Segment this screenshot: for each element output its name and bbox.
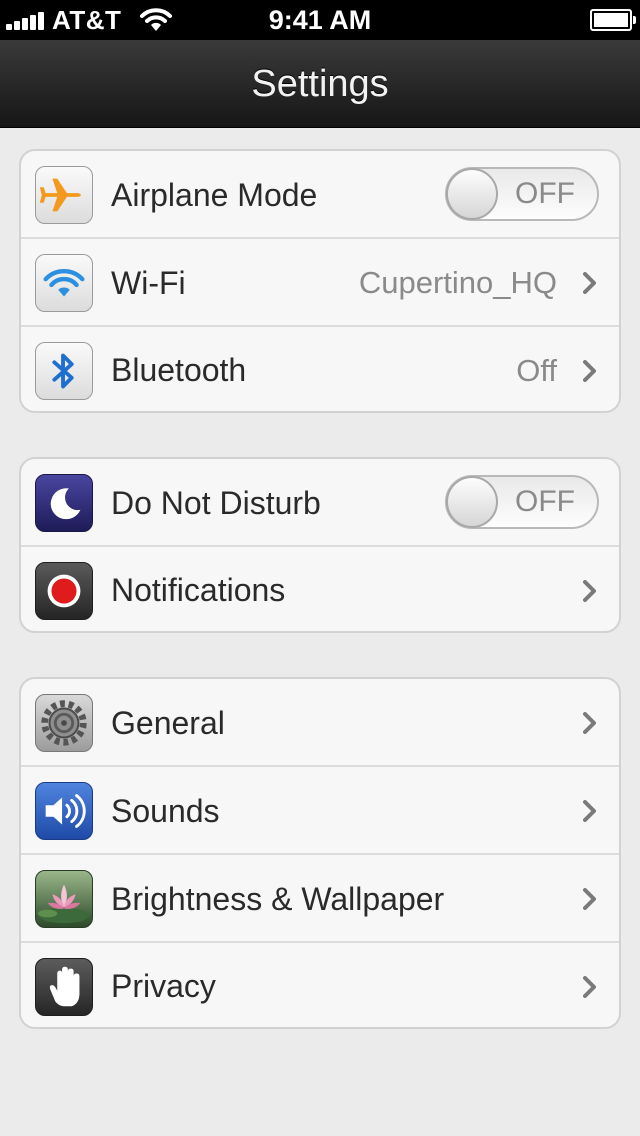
toggle-knob[interactable] bbox=[446, 168, 498, 220]
bluetooth-status: Off bbox=[516, 353, 557, 388]
settings-group-device: General Sounds Brightness & Wallpaper Pr… bbox=[19, 677, 621, 1029]
row-label: Brightness & Wallpaper bbox=[111, 881, 445, 917]
chevron-right-icon bbox=[583, 712, 597, 734]
chevron-right-icon bbox=[583, 580, 597, 602]
airplane-icon bbox=[35, 166, 93, 224]
row-label: Privacy bbox=[111, 968, 216, 1004]
battery-level bbox=[594, 13, 628, 27]
row-label: General bbox=[111, 705, 225, 741]
row-airplane-mode[interactable]: Airplane Mode OFF bbox=[21, 151, 619, 239]
row-label: Wi-Fi bbox=[111, 265, 186, 301]
battery-icon bbox=[590, 9, 636, 31]
row-label: Notifications bbox=[111, 572, 286, 608]
chevron-right-icon bbox=[583, 976, 597, 998]
row-notifications[interactable]: Notifications bbox=[21, 547, 619, 631]
chevron-right-icon bbox=[583, 360, 597, 382]
row-do-not-disturb[interactable]: Do Not Disturb OFF bbox=[21, 459, 619, 547]
wifi-icon bbox=[35, 254, 93, 312]
row-privacy[interactable]: Privacy bbox=[21, 943, 619, 1027]
chevron-right-icon bbox=[583, 272, 597, 294]
navigation-bar: Settings bbox=[0, 40, 640, 128]
airplane-mode-toggle[interactable]: OFF bbox=[445, 167, 599, 221]
chevron-right-icon bbox=[583, 888, 597, 910]
settings-group-alerts: Do Not Disturb OFF Notifications bbox=[19, 457, 621, 633]
row-label: Do Not Disturb bbox=[111, 485, 321, 521]
notifications-icon bbox=[35, 562, 93, 620]
hand-icon bbox=[35, 958, 93, 1016]
row-label: Airplane Mode bbox=[111, 177, 318, 213]
row-general[interactable]: General bbox=[21, 679, 619, 767]
settings-group-connectivity: Airplane Mode OFF Wi-Fi Cupertino_HQ Blu… bbox=[19, 149, 621, 413]
wifi-network-name: Cupertino_HQ bbox=[358, 265, 557, 300]
status-time: 9:41 AM bbox=[268, 5, 372, 35]
do-not-disturb-toggle[interactable]: OFF bbox=[445, 475, 599, 529]
row-label: Sounds bbox=[111, 793, 220, 829]
gear-icon bbox=[35, 694, 93, 752]
row-wifi[interactable]: Wi-Fi Cupertino_HQ bbox=[21, 239, 619, 327]
row-sounds[interactable]: Sounds bbox=[21, 767, 619, 855]
page-title: Settings bbox=[251, 63, 389, 105]
bluetooth-icon bbox=[35, 342, 93, 400]
lotus-icon bbox=[35, 870, 93, 928]
row-brightness-wallpaper[interactable]: Brightness & Wallpaper bbox=[21, 855, 619, 943]
toggle-state: OFF bbox=[515, 485, 575, 518]
moon-icon bbox=[35, 474, 93, 532]
chevron-right-icon bbox=[583, 800, 597, 822]
speaker-icon bbox=[35, 782, 93, 840]
toggle-state: OFF bbox=[515, 177, 575, 210]
status-bar: AT&T 9:41 AM bbox=[0, 0, 640, 40]
toggle-knob[interactable] bbox=[446, 476, 498, 528]
row-bluetooth[interactable]: Bluetooth Off bbox=[21, 327, 619, 411]
row-label: Bluetooth bbox=[111, 352, 247, 388]
